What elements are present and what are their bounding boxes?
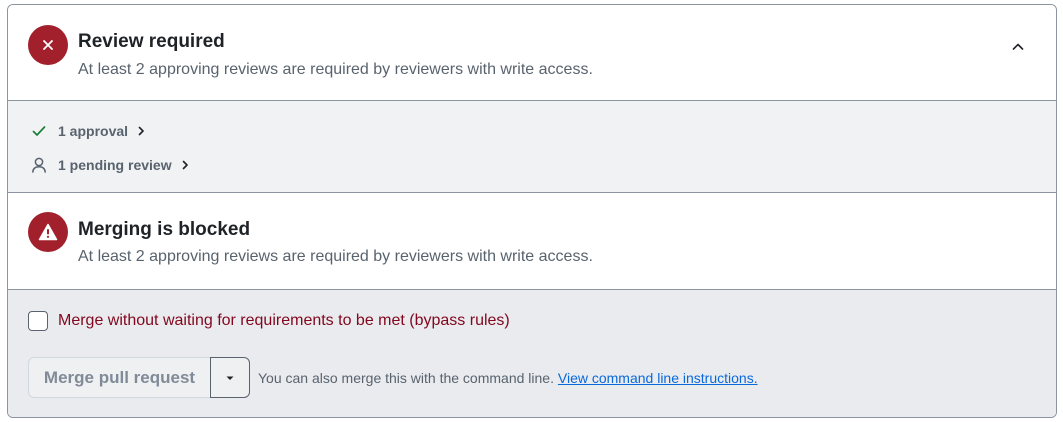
approvals-label: 1 approval [58, 123, 129, 139]
command-line-instructions-link[interactable]: View command line instructions. [558, 370, 758, 386]
command-line-hint: You can also merge this with the command… [258, 370, 758, 386]
merge-status-panel: Review required At least 2 approving rev… [7, 4, 1057, 418]
x-icon [28, 25, 68, 65]
chevron-up-icon [1012, 43, 1024, 50]
merge-method-dropdown[interactable] [210, 357, 250, 398]
check-icon [30, 122, 48, 140]
approvals-row[interactable]: 1 approval [30, 120, 148, 142]
command-line-hint-text: You can also merge this with the command… [258, 370, 554, 386]
bypass-rules-checkbox[interactable] [28, 311, 48, 331]
merging-blocked-title: Merging is blocked [78, 219, 251, 240]
chevron-right-icon [134, 124, 148, 138]
review-required-title: Review required [78, 31, 225, 52]
review-details-section: 1 approval 1 pending review [8, 101, 1056, 193]
merge-button-group: Merge pull request [28, 357, 250, 398]
person-icon [30, 156, 48, 174]
chevron-right-icon [178, 158, 192, 172]
bypass-rules-label: Merge without waiting for requirements t… [58, 312, 510, 329]
review-required-subtitle: At least 2 approving reviews are require… [78, 61, 593, 78]
alert-icon [28, 212, 68, 252]
merging-blocked-section: Merging is blocked At least 2 approving … [8, 193, 1056, 290]
caret-down-icon [226, 376, 234, 380]
merge-actions-section: Merge without waiting for requirements t… [8, 290, 1056, 417]
merge-pull-request-button[interactable]: Merge pull request [28, 357, 210, 398]
collapse-button[interactable] [1006, 35, 1030, 59]
merging-blocked-subtitle: At least 2 approving reviews are require… [78, 248, 593, 265]
pending-review-row[interactable]: 1 pending review [30, 154, 192, 176]
bypass-rules-option[interactable]: Merge without waiting for requirements t… [28, 311, 510, 331]
pending-review-label: 1 pending review [58, 157, 172, 173]
review-required-section: Review required At least 2 approving rev… [8, 5, 1056, 101]
